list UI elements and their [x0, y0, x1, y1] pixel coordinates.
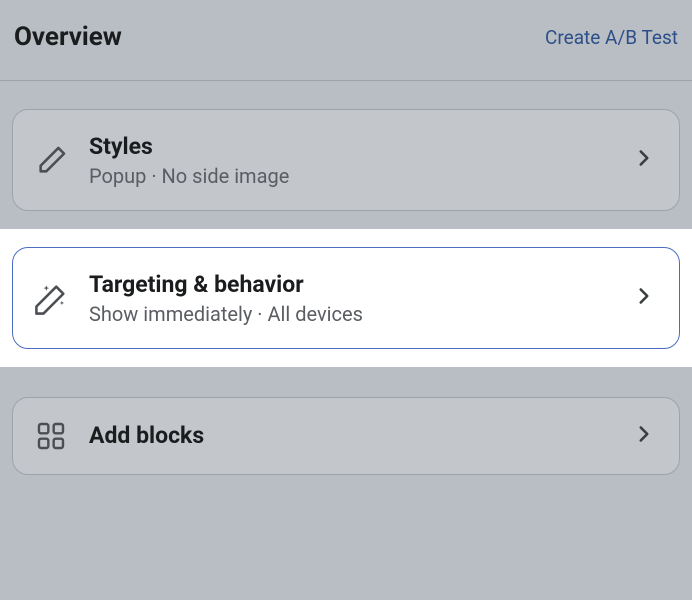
chevron-right-icon [631, 145, 657, 175]
styles-card-subtitle: Popup · No side image [89, 164, 631, 188]
magic-wand-icon [35, 281, 75, 315]
header: Overview Create A/B Test [0, 0, 692, 81]
targeting-card-subtitle: Show immediately · All devices [89, 302, 631, 326]
targeting-card[interactable]: Targeting & behavior Show immediately · … [12, 247, 680, 349]
pencil-icon [35, 143, 75, 177]
active-card-wrapper: Targeting & behavior Show immediately · … [0, 229, 692, 367]
content-area: Styles Popup · No side image Targeting &… [0, 81, 692, 475]
styles-card[interactable]: Styles Popup · No side image [12, 109, 680, 211]
page-title: Overview [14, 22, 122, 52]
add-blocks-card-title: Add blocks [89, 422, 631, 449]
blocks-grid-icon [35, 420, 75, 452]
styles-card-body: Styles Popup · No side image [89, 132, 631, 188]
targeting-card-title: Targeting & behavior [89, 270, 631, 300]
styles-card-title: Styles [89, 132, 631, 162]
add-blocks-card[interactable]: Add blocks [12, 397, 680, 475]
targeting-card-body: Targeting & behavior Show immediately · … [89, 270, 631, 326]
chevron-right-icon [631, 421, 657, 451]
chevron-right-icon [631, 283, 657, 313]
add-blocks-card-body: Add blocks [89, 422, 631, 449]
create-ab-test-link[interactable]: Create A/B Test [545, 26, 678, 49]
